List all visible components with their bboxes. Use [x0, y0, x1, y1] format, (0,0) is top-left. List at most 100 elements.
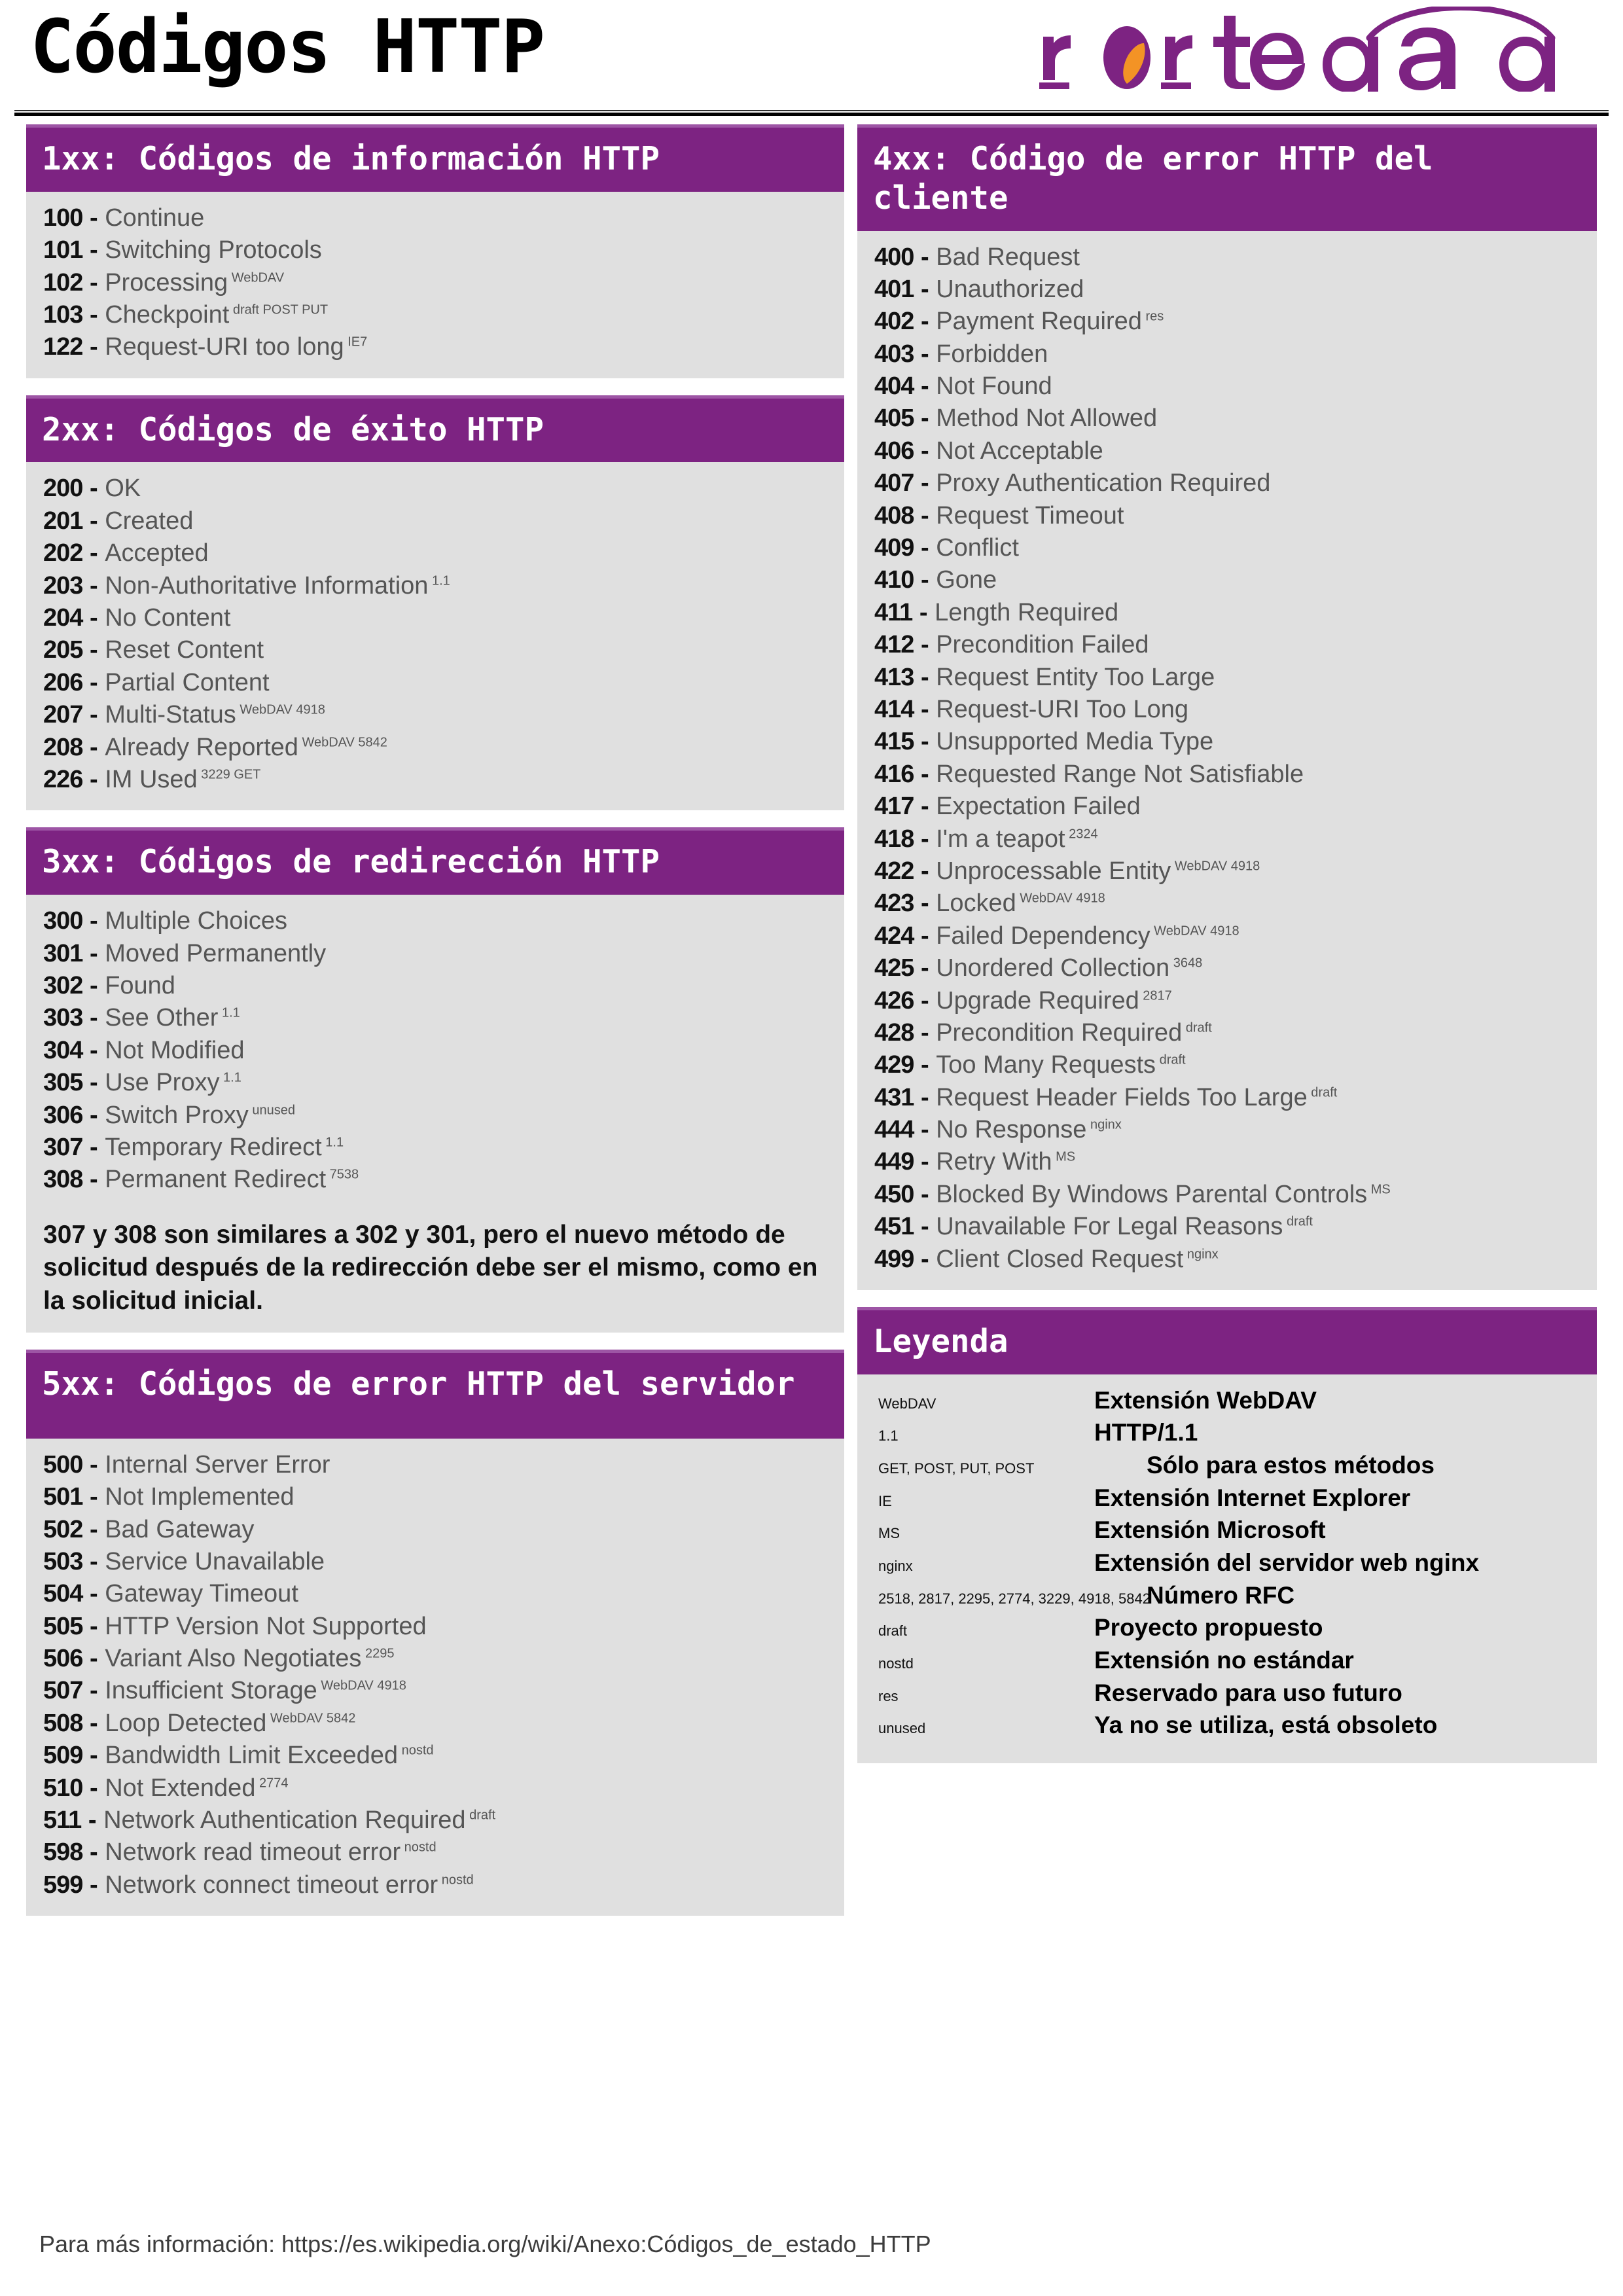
code-label: Accepted: [105, 539, 209, 567]
code-label: Switch Proxy: [105, 1101, 249, 1129]
code-number: 598: [43, 1839, 83, 1867]
code-number: 450: [874, 1180, 914, 1208]
code-row: 504 - Gateway Timeout: [43, 1578, 827, 1610]
code-separator: -: [82, 1774, 105, 1802]
code-label: Reset Content: [105, 636, 264, 664]
code-row: 500 - Internal Server Error: [43, 1449, 827, 1481]
code-row: 400 - Bad Request: [874, 242, 1580, 274]
code-separator: -: [912, 598, 935, 626]
code-separator: -: [914, 437, 936, 465]
legend-tag: 2518, 2817, 2295, 2774, 3229, 4918, 5842: [878, 1590, 1150, 1607]
code-label: See Other: [105, 1004, 219, 1032]
code-label: Non-Authoritative Information: [105, 571, 429, 600]
legend-description: Proyecto propuesto: [1094, 1614, 1323, 1641]
code-label: Not Acceptable: [936, 437, 1103, 465]
code-row: 402 - Payment Required res: [874, 306, 1580, 338]
code-separator: -: [82, 1166, 105, 1194]
code-row: 451 - Unavailable For Legal Reasons draf…: [874, 1211, 1580, 1243]
code-separator: -: [914, 1083, 936, 1111]
code-annotation: WebDAV 5842: [298, 734, 387, 749]
code-label: Checkpoint: [105, 300, 230, 329]
code-number: 510: [43, 1774, 83, 1802]
code-separator: -: [914, 857, 936, 885]
legend-tag: GET, POST, PUT, POST: [878, 1460, 1035, 1477]
legend-tag: nginx: [878, 1558, 913, 1575]
code-row: 508 - Loop Detected WebDAV 5842: [43, 1708, 827, 1740]
code-row: 424 - Failed Dependency WebDAV 4918: [874, 920, 1580, 952]
code-annotation: 2817: [1139, 988, 1172, 1003]
legend-row: IE Extensión Internet Explorer: [878, 1484, 1580, 1513]
code-row: 416 - Requested Range Not Satisfiable: [874, 759, 1580, 791]
code-separator: -: [82, 571, 105, 600]
code-row: 407 - Proxy Authentication Required: [874, 467, 1580, 499]
code-number: 300: [43, 907, 83, 935]
code-number: 402: [874, 308, 914, 336]
code-separator: -: [82, 1871, 105, 1899]
code-number: 303: [43, 1004, 83, 1032]
code-row: 103 - Checkpoint draft POST PUT: [43, 299, 827, 331]
legend-description: Extensión Internet Explorer: [1094, 1484, 1411, 1511]
code-row: 422 - Unprocessable Entity WebDAV 4918: [874, 855, 1580, 888]
code-annotation: IE7: [344, 334, 368, 350]
code-separator: -: [914, 1213, 936, 1241]
code-row: 423 - Locked WebDAV 4918: [874, 888, 1580, 920]
code-label: Locked: [936, 889, 1016, 918]
code-row: 410 - Gone: [874, 564, 1580, 596]
legend-row: WebDAV Extensión WebDAV: [878, 1386, 1580, 1415]
rortegag-logo: [1035, 7, 1585, 92]
code-number: 501: [43, 1483, 83, 1511]
code-label: Payment Required: [936, 308, 1142, 336]
code-label: Service Unavailable: [105, 1547, 325, 1575]
code-annotation: nostd: [438, 1873, 474, 1888]
code-label: Loop Detected: [105, 1709, 267, 1737]
code-annotation: 3648: [1169, 956, 1203, 971]
code-label: Blocked By Windows Parental Controls: [936, 1180, 1368, 1208]
panel-legend-heading: Leyenda: [857, 1307, 1597, 1374]
code-row: 302 - Found: [43, 970, 827, 1002]
legend-description: Extensión WebDAV: [1094, 1386, 1317, 1414]
code-number: 400: [874, 243, 914, 271]
code-separator: -: [914, 534, 936, 562]
code-separator: -: [82, 939, 105, 967]
code-separator: -: [914, 825, 936, 853]
code-separator: -: [914, 1245, 936, 1273]
code-label: Method Not Allowed: [936, 404, 1158, 433]
redirect-note: 307 y 308 son similares a 302 y 301, per…: [43, 1220, 818, 1316]
code-separator: -: [82, 1133, 105, 1161]
code-number: 426: [874, 986, 914, 1014]
code-separator: -: [914, 372, 936, 401]
code-label: Internal Server Error: [105, 1450, 330, 1479]
code-row: 511 - Network Authentication Required dr…: [43, 1804, 827, 1837]
code-annotation: 1.1: [219, 1070, 241, 1085]
code-separator: -: [914, 243, 936, 271]
code-number: 407: [874, 469, 914, 497]
legend-tag: IE: [878, 1492, 892, 1509]
code-annotation: WebDAV 4918: [236, 702, 325, 717]
code-label: Precondition Failed: [936, 631, 1149, 659]
code-row: 425 - Unordered Collection 3648: [874, 952, 1580, 984]
legend-tag: unused: [878, 1720, 926, 1737]
code-separator: -: [914, 922, 936, 950]
code-row: 506 - Variant Also Negotiates 2295: [43, 1643, 827, 1675]
code-label: Variant Also Negotiates: [105, 1645, 362, 1673]
code-number: 304: [43, 1036, 83, 1064]
code-separator: -: [82, 475, 105, 503]
code-number: 305: [43, 1069, 83, 1097]
code-row: 450 - Blocked By Windows Parental Contro…: [874, 1179, 1580, 1211]
code-row: 413 - Request Entity Too Large: [874, 662, 1580, 694]
code-annotation: res: [1141, 309, 1164, 324]
panel-4xx-list: 400 - Bad Request 401 - Unauthorized 402 -…: [857, 230, 1597, 1291]
code-label: Too Many Requests: [936, 1051, 1156, 1079]
code-separator: -: [914, 986, 936, 1014]
code-annotation: nginx: [1183, 1246, 1219, 1261]
code-separator: -: [82, 236, 105, 264]
code-number: 203: [43, 571, 83, 600]
code-separator: -: [82, 300, 105, 329]
header-divider: [14, 110, 1609, 116]
code-label: Upgrade Required: [936, 986, 1139, 1014]
code-number: 502: [43, 1515, 83, 1543]
code-separator: -: [914, 954, 936, 982]
legend-row: nostd Extensión no estándar: [878, 1646, 1580, 1675]
code-number: 403: [874, 340, 914, 368]
code-number: 413: [874, 663, 914, 691]
